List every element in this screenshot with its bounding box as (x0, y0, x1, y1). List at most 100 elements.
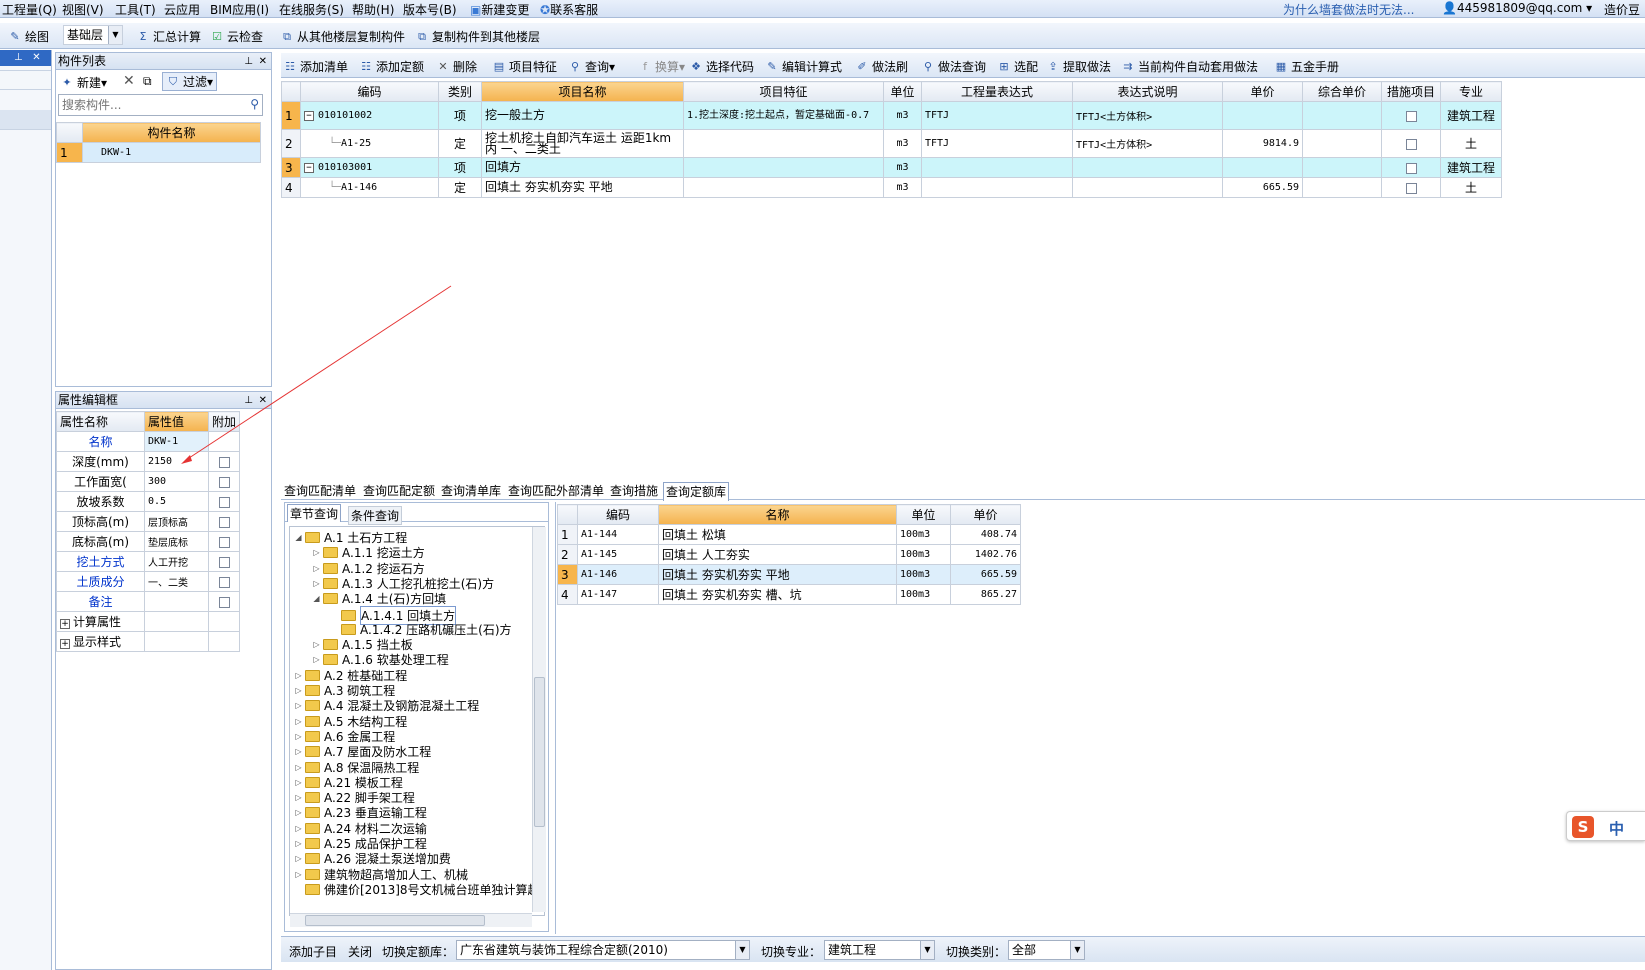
tab-match-list[interactable]: 查询匹配清单 (282, 482, 358, 499)
feature-cell[interactable] (683, 129, 884, 158)
extra-link[interactable]: 造价豆 (1604, 1, 1645, 18)
query-button[interactable]: ⚲ 查询▾ (568, 58, 615, 75)
measure-checkbox[interactable] (1405, 110, 1417, 122)
summary-calc-button[interactable]: Σ 汇总计算 (136, 28, 202, 45)
expanded-arrow-icon[interactable]: ◢ (294, 533, 303, 542)
copy-icon[interactable]: ⧉ (143, 74, 152, 89)
collapsed-arrow-icon[interactable]: ▷ (294, 763, 303, 772)
unit-cell[interactable]: m3 (883, 177, 922, 198)
tab-measures[interactable]: 查询措施 (608, 482, 660, 499)
expression-cell[interactable]: TFTJ (921, 129, 1073, 158)
property-row[interactable]: 工作面宽(300 (56, 471, 240, 492)
add-list-button[interactable]: ☷ 添加清单 (283, 58, 348, 75)
property-row[interactable]: + 计算属性 (56, 611, 240, 632)
edit-formula-button[interactable]: ✎ 编辑计算式 (765, 58, 842, 75)
tree-scrollbar[interactable] (532, 527, 546, 912)
composite-price-cell[interactable] (1302, 177, 1382, 198)
price-cell[interactable]: 9814.9 (1222, 129, 1303, 158)
item-feature-button[interactable]: ▤ 项目特征 (492, 58, 557, 75)
menu-item-contact[interactable]: ✪联系客服 (540, 1, 598, 18)
scrollbar-thumb[interactable] (534, 677, 545, 827)
property-value[interactable]: 人工开挖 (144, 551, 209, 572)
property-row[interactable]: 备注 (56, 591, 240, 612)
specialty-cell[interactable]: 土 (1440, 129, 1502, 158)
feature-cell[interactable]: 1.挖土深度:挖土起点，暂定基础面-0.7 (683, 101, 884, 130)
menu-item[interactable]: 工具(T) (115, 1, 156, 18)
pin-close-icons[interactable]: ⊥ ✕ (0, 50, 51, 66)
attach-checkbox[interactable] (218, 496, 230, 508)
table-row[interactable]: 3 A1-146 回填土 夯实机夯实 平地 100m3 665.59 (557, 564, 1021, 585)
expression-cell[interactable] (921, 157, 1073, 178)
add-quota-button[interactable]: ☷ 添加定额 (359, 58, 424, 75)
cloud-check-button[interactable]: ☑ 云检查 (210, 28, 263, 45)
table-row[interactable]: 1 DKW-1 (56, 142, 261, 163)
layer-select[interactable]: 基础层 ▼ (63, 25, 123, 45)
price-cell[interactable] (1222, 157, 1303, 178)
property-row[interactable]: 名称 DKW-1 (56, 431, 240, 452)
specialty-cell[interactable]: 建筑工程 (1440, 101, 1502, 130)
close-icon[interactable]: ✕ (259, 392, 267, 409)
table-row[interactable]: 1 A1-144 回填土 松填 100m3 408.74 (557, 524, 1021, 545)
collapsed-arrow-icon[interactable]: ▷ (294, 717, 303, 726)
property-row[interactable]: 深度(mm) 2150 (56, 451, 240, 472)
collapsed-arrow-icon[interactable]: ▷ (312, 640, 321, 649)
scrollbar-thumb[interactable] (305, 915, 485, 926)
nav-item[interactable] (0, 70, 51, 90)
unit-cell[interactable]: m3 (883, 157, 922, 178)
delete-icon[interactable]: ✕ (123, 73, 135, 89)
attach-checkbox[interactable] (218, 516, 230, 528)
select-code-button[interactable]: ❖ 选择代码 (689, 58, 754, 75)
collapsed-arrow-icon[interactable]: ▷ (294, 793, 303, 802)
expand-icon[interactable]: + (60, 619, 70, 629)
feature-cell[interactable] (683, 157, 884, 178)
attach-checkbox[interactable] (218, 556, 230, 568)
measure-checkbox[interactable] (1405, 162, 1417, 174)
attach-checkbox[interactable] (218, 456, 230, 468)
table-row[interactable]: 4 └─A1-146 定回填土 夯实机夯实 平地 m3 665.59 土 (281, 177, 1502, 198)
type-cell[interactable]: 定 (438, 129, 482, 158)
property-value[interactable]: 2150 (144, 451, 209, 472)
property-row[interactable]: + 显示样式 (56, 631, 240, 652)
name-cell[interactable]: 回填土 夯实机夯实 平地 (481, 177, 684, 198)
property-value[interactable] (144, 611, 209, 632)
menu-item[interactable]: 在线服务(S) (279, 1, 344, 18)
price-cell[interactable] (1222, 101, 1303, 130)
tree-hscrollbar[interactable] (290, 913, 532, 927)
property-value[interactable]: DKW-1 (144, 431, 209, 452)
name-cell[interactable]: 回填方 (481, 157, 684, 178)
collapsed-arrow-icon[interactable]: ▷ (294, 778, 303, 787)
name-cell[interactable]: 挖土机挖土自卸汽车运土 运距1km内 一、二类土 (481, 129, 684, 158)
method-brush-button[interactable]: ✐ 做法刷 (855, 58, 908, 75)
unit-cell[interactable]: m3 (883, 129, 922, 158)
specialty-select[interactable]: 建筑工程 ▼ (824, 940, 935, 960)
type-cell[interactable]: 项 (438, 157, 482, 178)
specialty-cell[interactable]: 土 (1440, 177, 1502, 198)
measure-checkbox[interactable] (1405, 182, 1417, 194)
search-icon[interactable]: ⚲ (250, 97, 259, 111)
menu-item[interactable]: BIM应用(I) (210, 1, 269, 18)
property-value[interactable]: 垫层底标 (144, 531, 209, 552)
hardware-manual-button[interactable]: ▦ 五金手册 (1274, 58, 1339, 75)
collapsed-arrow-icon[interactable]: ▷ (294, 870, 303, 879)
add-child-button[interactable]: 添加子目 (289, 943, 337, 960)
menu-item[interactable]: 工程量(Q) (2, 1, 57, 18)
pin-icon[interactable]: ⊥ (244, 392, 253, 409)
new-component-button[interactable]: ✦ 新建▾ (60, 74, 107, 91)
collapsed-arrow-icon[interactable]: ▷ (312, 564, 321, 573)
attach-checkbox[interactable] (218, 576, 230, 588)
notice-link[interactable]: 为什么墙套做法时无法... (1283, 1, 1414, 18)
attach-checkbox[interactable] (218, 476, 230, 488)
menu-item[interactable]: 视图(V) (62, 1, 104, 18)
menu-item[interactable]: 版本号(B) (403, 1, 457, 18)
method-query-button[interactable]: ⚲ 做法查询 (921, 58, 986, 75)
measure-checkbox[interactable] (1405, 138, 1417, 150)
collapse-icon[interactable]: − (304, 111, 314, 121)
tab-match-quota[interactable]: 查询匹配定额 (361, 482, 437, 499)
draw-button[interactable]: ✎ 绘图 (8, 28, 49, 45)
composite-price-cell[interactable] (1302, 101, 1382, 130)
property-value[interactable] (144, 631, 209, 652)
property-value[interactable]: 层顶标高 (144, 511, 209, 532)
menu-item[interactable]: 云应用 (164, 1, 200, 18)
quota-library-select[interactable]: 广东省建筑与装饰工程综合定额(2010) ▼ (456, 940, 750, 960)
copy-to-floor-button[interactable]: ⧉ 复制构件到其他楼层 (415, 28, 540, 45)
